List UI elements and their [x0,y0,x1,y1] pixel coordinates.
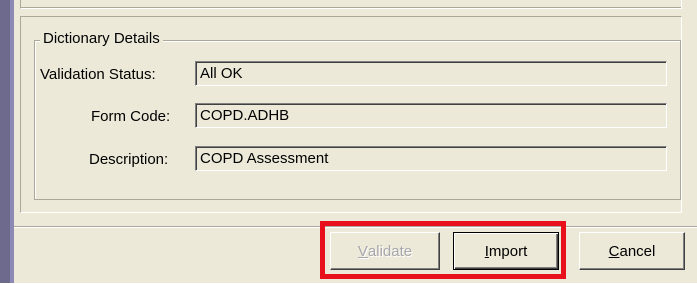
top-panel [20,0,682,9]
form-code-label: Form Code: [91,108,171,125]
cancel-label-rest: ancel [619,242,656,260]
import-button[interactable]: Import [453,232,559,270]
validate-label-rest: alidate [367,242,413,260]
group-title: Dictionary Details [40,30,163,47]
cancel-button[interactable]: Cancel [579,232,685,270]
validation-status-label: Validation Status: [40,66,156,83]
validate-button[interactable]: Validate [330,232,440,270]
description-field[interactable]: COPD Assessment [195,146,667,171]
description-label: Description: [89,151,169,168]
validate-mnemonic: V [357,242,368,260]
form-code-field[interactable]: COPD.ADHB [195,103,667,128]
import-label-rest: mport [488,242,528,260]
cancel-mnemonic: C [608,242,620,260]
validation-status-field[interactable]: All OK [195,61,667,86]
